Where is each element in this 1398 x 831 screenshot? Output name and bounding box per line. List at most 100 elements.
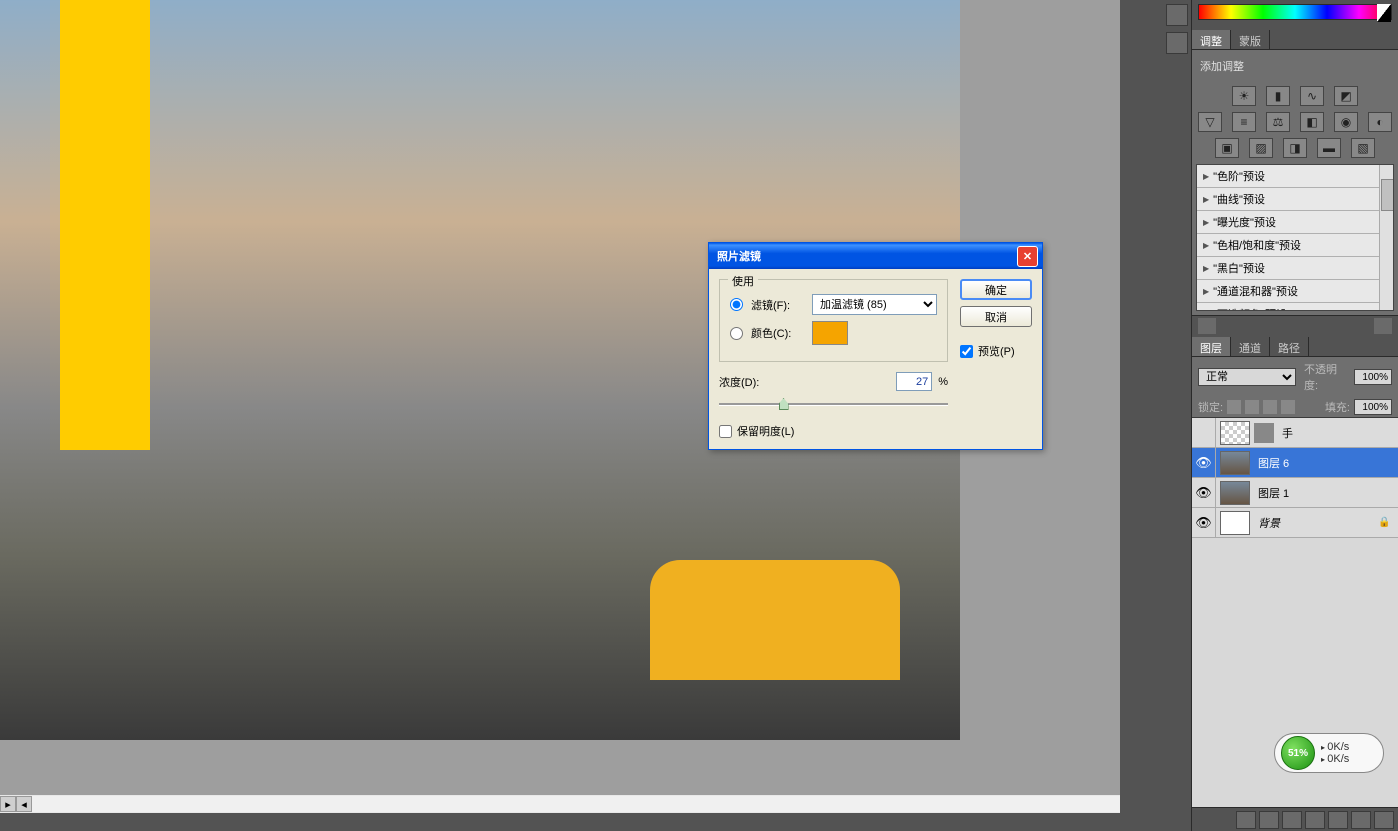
strip-icon[interactable]	[1166, 32, 1188, 54]
opacity-input[interactable]	[1354, 369, 1392, 385]
lock-label: 锁定:	[1198, 399, 1223, 415]
preset-item[interactable]: "曝光度"预设	[1197, 211, 1393, 234]
color-swatch[interactable]	[812, 321, 848, 345]
blend-mode-select[interactable]: 正常	[1198, 368, 1296, 386]
fill-label: 填充:	[1325, 399, 1350, 415]
scroll-end-icon[interactable]: ▸	[0, 796, 16, 812]
lock-icon: 🔒	[1378, 517, 1392, 528]
strip-icon[interactable]	[1166, 4, 1188, 26]
new-layer-icon[interactable]	[1351, 811, 1371, 829]
link-icon[interactable]	[1236, 811, 1256, 829]
tab-masks[interactable]: 蒙版	[1231, 30, 1270, 49]
fx-icon[interactable]	[1259, 811, 1279, 829]
preset-item[interactable]: "色阶"预设	[1197, 165, 1393, 188]
filter-radio[interactable]	[730, 298, 743, 311]
mask-icon[interactable]	[1282, 811, 1302, 829]
collapsed-panel-strip	[1162, 0, 1192, 831]
layer-thumbnail[interactable]	[1220, 421, 1250, 445]
preset-item[interactable]: "通道混和器"预设	[1197, 280, 1393, 303]
layers-footer	[1192, 807, 1398, 831]
lock-transparent-icon[interactable]	[1227, 400, 1241, 414]
horizontal-scrollbar[interactable]: ▸ ◂	[0, 795, 1120, 813]
density-input[interactable]	[896, 372, 932, 391]
lock-all-icon[interactable]	[1281, 400, 1295, 414]
presets-scrollbar[interactable]	[1379, 165, 1393, 310]
layers-tabs: 图层 通道 路径	[1192, 337, 1398, 357]
slider-thumb[interactable]	[779, 398, 789, 410]
tab-paths[interactable]: 路径	[1270, 337, 1309, 356]
filter-select[interactable]: 加温滤镜 (85)	[812, 294, 937, 315]
right-panels: 调整 蒙版 添加调整 ☀ ▮ ∿ ◩ ▽ ≡ ⚖ ◧ ◉ ◐ ▣ ▨ ◨	[1162, 0, 1398, 831]
tab-adjustments[interactable]: 调整	[1192, 30, 1231, 49]
layer-thumbnail[interactable]	[1220, 451, 1250, 475]
adjustments-panel: 添加调整 ☀ ▮ ∿ ◩ ▽ ≡ ⚖ ◧ ◉ ◐ ▣ ▨ ◨ ▬ ▧	[1192, 50, 1398, 315]
layer-name[interactable]: 图层 6	[1254, 455, 1398, 471]
trash-icon[interactable]	[1374, 318, 1392, 334]
exposure-icon[interactable]: ◩	[1334, 86, 1358, 106]
delete-icon[interactable]	[1374, 811, 1394, 829]
fill-input[interactable]	[1354, 399, 1392, 415]
opacity-label: 不透明度:	[1304, 361, 1350, 393]
adjustments-tabs: 调整 蒙版	[1192, 30, 1398, 50]
color-radio[interactable]	[730, 327, 743, 340]
color-spectrum[interactable]	[1198, 4, 1392, 20]
return-icon[interactable]	[1198, 318, 1216, 334]
preserve-luminosity-label: 保留明度(L)	[737, 423, 794, 439]
use-legend: 使用	[728, 273, 758, 289]
scroll-track[interactable]	[32, 796, 1120, 812]
layer-name[interactable]: 图层 1	[1254, 485, 1398, 501]
group-icon[interactable]	[1328, 811, 1348, 829]
brightness-icon[interactable]: ☀	[1232, 86, 1256, 106]
visibility-icon[interactable]: 👁	[1192, 478, 1216, 508]
layer-name[interactable]: 背景	[1254, 515, 1378, 531]
preview-label: 预览(P)	[978, 343, 1015, 359]
selective-icon[interactable]: ▧	[1351, 138, 1375, 158]
visibility-icon[interactable]: 👁	[1192, 448, 1216, 478]
levels-icon[interactable]: ▮	[1266, 86, 1290, 106]
tab-channels[interactable]: 通道	[1231, 337, 1270, 356]
adjustment-icon	[1254, 423, 1274, 443]
layer-item[interactable]: 👁 图层 6	[1192, 448, 1398, 478]
invert-icon[interactable]: ▣	[1215, 138, 1239, 158]
density-unit: %	[938, 376, 948, 388]
bw-icon[interactable]: ◧	[1300, 112, 1324, 132]
adjustment-layer-icon[interactable]	[1305, 811, 1325, 829]
visibility-icon[interactable]: 👁	[1192, 508, 1216, 538]
hue-icon[interactable]: ≡	[1232, 112, 1256, 132]
density-label: 浓度(D):	[719, 374, 890, 390]
use-fieldset: 使用 滤镜(F): 加温滤镜 (85) 颜色(C):	[719, 279, 948, 362]
gradient-icon[interactable]: ▬	[1317, 138, 1341, 158]
vibrance-icon[interactable]: ▽	[1198, 112, 1222, 132]
layer-thumbnail[interactable]	[1220, 511, 1250, 535]
close-icon[interactable]: ✕	[1017, 246, 1038, 267]
layer-item[interactable]: 手	[1192, 418, 1398, 448]
tab-layers[interactable]: 图层	[1192, 337, 1231, 356]
scroll-left-icon[interactable]: ◂	[16, 796, 32, 812]
balance-icon[interactable]: ⚖	[1266, 112, 1290, 132]
layer-item[interactable]: 👁 图层 1	[1192, 478, 1398, 508]
layer-name[interactable]: 手	[1278, 425, 1398, 441]
density-slider[interactable]	[719, 397, 948, 417]
preset-item[interactable]: "可选颜色"预设	[1197, 303, 1393, 310]
lock-paint-icon[interactable]	[1245, 400, 1259, 414]
preserve-luminosity-checkbox[interactable]	[719, 425, 732, 438]
preset-item[interactable]: "黑白"预设	[1197, 257, 1393, 280]
lock-position-icon[interactable]	[1263, 400, 1277, 414]
cancel-button[interactable]: 取消	[960, 306, 1032, 327]
preset-item[interactable]: "色相/饱和度"预设	[1197, 234, 1393, 257]
layer-thumbnail[interactable]	[1220, 481, 1250, 505]
dialog-titlebar[interactable]: 照片滤镜 ✕	[709, 243, 1042, 269]
mixer-icon[interactable]: ◐	[1368, 112, 1392, 132]
visibility-icon[interactable]	[1192, 418, 1216, 448]
curves-icon[interactable]: ∿	[1300, 86, 1324, 106]
preset-item[interactable]: "曲线"预设	[1197, 188, 1393, 211]
performance-indicator: 51% 0K/s 0K/s	[1274, 733, 1384, 773]
layer-item[interactable]: 👁 背景 🔒	[1192, 508, 1398, 538]
perf-down: 0K/s	[1321, 753, 1349, 765]
preview-checkbox[interactable]	[960, 345, 973, 358]
threshold-icon[interactable]: ◨	[1283, 138, 1307, 158]
posterize-icon[interactable]: ▨	[1249, 138, 1273, 158]
ok-button[interactable]: 确定	[960, 279, 1032, 300]
photo-filter-icon[interactable]: ◉	[1334, 112, 1358, 132]
adjustment-presets: "色阶"预设 "曲线"预设 "曝光度"预设 "色相/饱和度"预设 "黑白"预设 …	[1196, 164, 1394, 311]
